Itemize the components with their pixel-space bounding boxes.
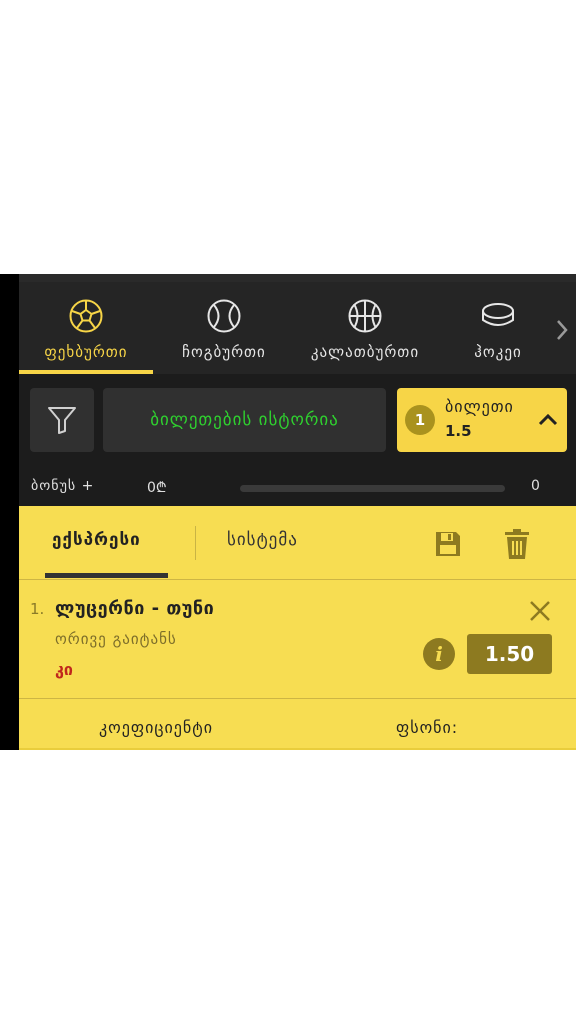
tab-football-label: ფეხბურთი	[44, 343, 128, 361]
bet-market: ორივე გაიტანს	[55, 630, 177, 648]
active-tab-indicator	[45, 573, 168, 578]
info-icon[interactable]: i	[423, 638, 455, 670]
bonus-progress-bar	[240, 485, 505, 492]
floppy-disk-icon[interactable]	[434, 530, 462, 558]
ticket-total-odds: 1.5	[445, 422, 472, 440]
divider	[19, 698, 576, 699]
tab-basketball-label: კალათბურთი	[310, 343, 420, 361]
bet-item: 1. ლუცერნი - თუნი ორივე გაიტანს კი i 1.5…	[19, 580, 576, 698]
ticket-toggle-button[interactable]: 1 ბილეთი 1.5	[397, 388, 567, 452]
filter-funnel-icon	[48, 407, 76, 434]
ticket-label: ბილეთი	[445, 397, 514, 416]
filter-button[interactable]	[30, 388, 94, 452]
bonus-label: ბონუს +	[31, 478, 95, 494]
tab-express[interactable]: ექსპრესი	[52, 530, 141, 550]
footer-divider	[19, 748, 576, 750]
trash-icon[interactable]	[504, 528, 530, 560]
basketball-icon	[348, 299, 382, 333]
tab-hockey[interactable]: ჰოკეი	[443, 282, 553, 374]
bet-match-name: ლუცერნი - თუნი	[55, 598, 215, 619]
soccer-ball-icon	[69, 299, 103, 333]
screenshot-area: ფეხბურთი ჩოგბურთი კალათბურთი ჰოკეი ბილეთ…	[0, 274, 576, 750]
top-strip	[19, 274, 576, 282]
betting-app: ფეხბურთი ჩოგბურთი კალათბურთი ჰოკეი ბილეთ…	[19, 282, 576, 750]
bonus-row: ბონუს + 0₾ 0	[19, 470, 576, 506]
bonus-amount: 0₾	[147, 480, 167, 496]
tab-football[interactable]: ფეხბურთი	[19, 282, 153, 374]
bonus-count: 0	[531, 478, 540, 494]
tab-tennis-label: ჩოგბურთი	[182, 343, 266, 361]
chevron-right-icon[interactable]	[554, 318, 570, 342]
hockey-puck-icon	[482, 303, 514, 326]
tab-system[interactable]: სისტემა	[227, 530, 298, 550]
sports-tab-bar: ფეხბურთი ჩოგბურთი კალათბურთი ჰოკეი	[19, 282, 576, 374]
tab-basketball[interactable]: კალათბურთი	[295, 282, 435, 374]
close-icon[interactable]	[529, 600, 551, 622]
tab-tennis[interactable]: ჩოგბურთი	[159, 282, 289, 374]
betslip-panel: ექსპრესი სისტემა 1. ლუცერნი - თუნი ორივე…	[19, 506, 576, 750]
ticket-count-badge: 1	[405, 405, 435, 435]
bet-outcome: კი	[55, 660, 73, 679]
coefficient-label: კოეფიციენტი	[99, 718, 214, 737]
ticket-history-button[interactable]: ბილეთების ისტორია	[103, 388, 386, 452]
tab-hockey-label: ჰოკეი	[474, 343, 522, 361]
stake-label: ფსონი:	[396, 718, 459, 737]
tennis-ball-icon	[207, 299, 241, 333]
left-black-border	[0, 274, 19, 750]
chevron-up-icon	[538, 413, 558, 426]
bet-index: 1.	[30, 600, 45, 618]
bet-odds[interactable]: 1.50	[467, 634, 552, 674]
tab-divider	[195, 526, 196, 560]
betslip-toolbar: ბილეთების ისტორია 1 ბილეთი 1.5	[19, 374, 576, 470]
